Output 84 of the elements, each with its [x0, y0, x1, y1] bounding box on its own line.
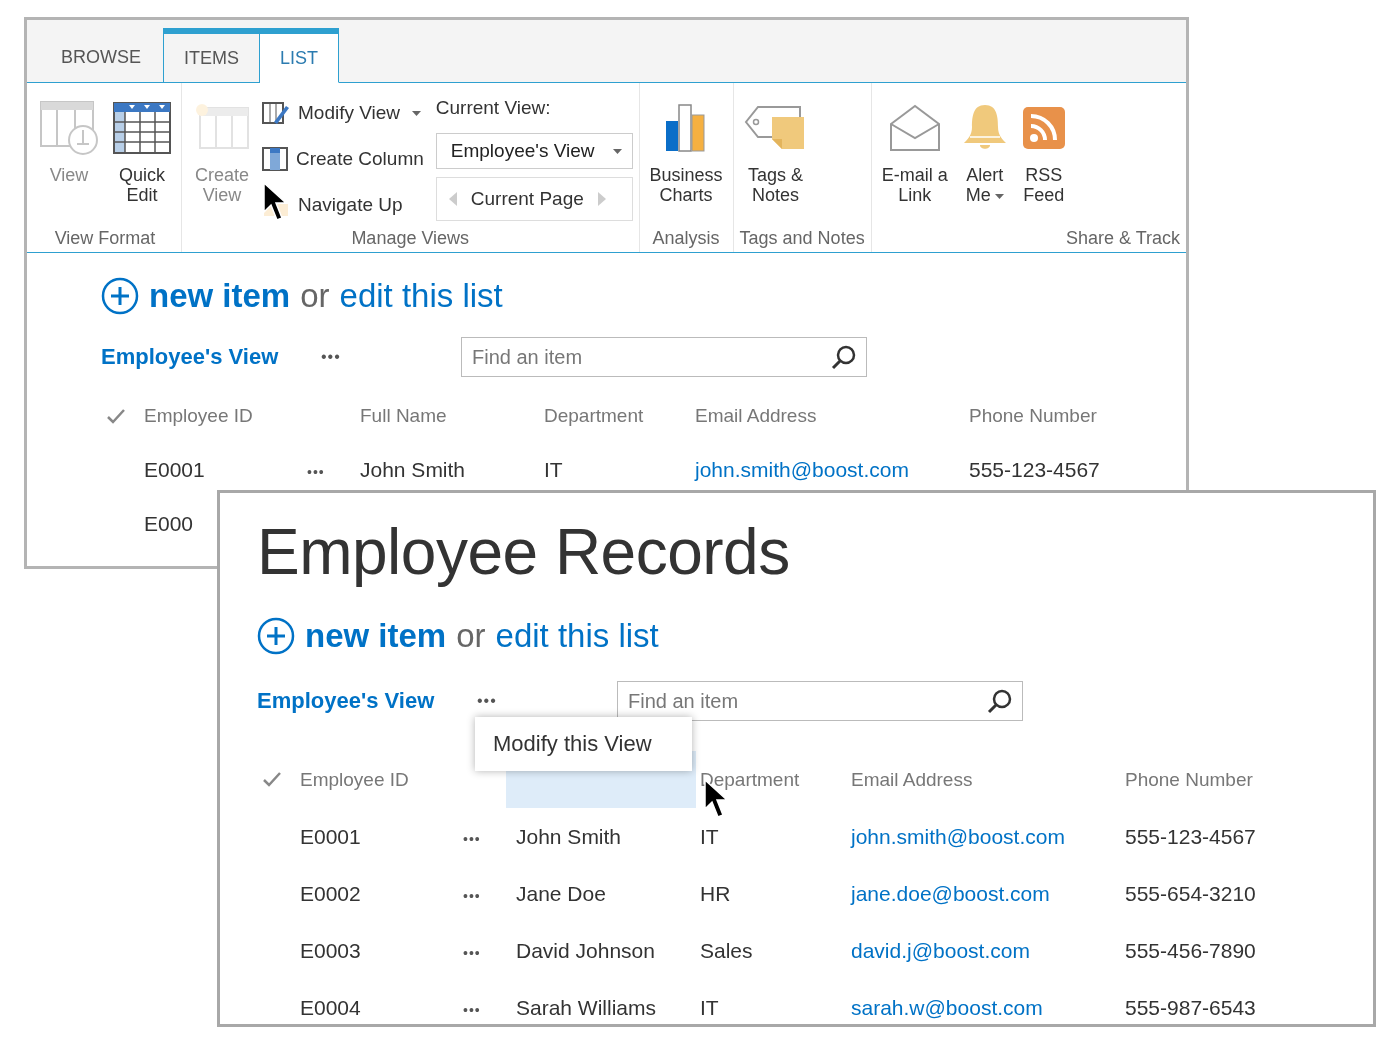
email-link[interactable]: john.smith@boost.com	[695, 458, 909, 482]
table-cell: IT	[544, 458, 563, 482]
add-icon[interactable]	[257, 617, 295, 655]
view-name[interactable]: Employee's View	[101, 344, 321, 370]
or-text: or	[456, 617, 486, 655]
table-cell: E000	[144, 512, 194, 536]
new-item-link[interactable]: new item	[305, 617, 447, 655]
row-menu-button[interactable]: •••	[307, 464, 325, 480]
column-header[interactable]: Phone Number	[1125, 758, 1373, 801]
table-cell: IT	[700, 995, 719, 1020]
ribbon-button[interactable]: RSS Feed	[1017, 91, 1070, 228]
column-header[interactable]: Employee ID	[144, 395, 307, 437]
column-header[interactable]: Employee ID	[300, 758, 463, 801]
table-view-icon	[39, 100, 99, 156]
ribbon-button[interactable]: Create Column	[262, 141, 424, 177]
table-cell: HR	[700, 881, 731, 906]
group-label: Analysis	[651, 228, 721, 250]
checkmark-icon[interactable]	[106, 408, 125, 424]
search-field[interactable]: Find an item	[461, 337, 867, 377]
email-link[interactable]: jane.doe@boost.com	[851, 881, 1050, 906]
add-icon[interactable]	[101, 277, 139, 315]
column-header[interactable]: Full Name	[360, 395, 544, 437]
ribbon-button[interactable]: E-mail a Link	[877, 91, 952, 228]
ribbon-button[interactable]: Tags & Notes	[739, 91, 812, 228]
view-dropdown[interactable]: Employee's View	[435, 133, 633, 169]
table-cell: Jane Doe	[516, 881, 606, 906]
more-options-button[interactable]: •••	[477, 692, 617, 710]
table-cell: E0001	[144, 458, 205, 482]
new-item-link[interactable]: new item	[149, 277, 291, 315]
row-menu-button[interactable]: •••	[463, 1001, 481, 1018]
column-header[interactable]: Email Address	[851, 758, 1125, 801]
current-view-label: Current View:	[435, 97, 552, 120]
group-label: Manage Views	[350, 228, 471, 250]
table-cell: John Smith	[516, 824, 622, 849]
table-cell: 555-123-4567	[1125, 824, 1256, 849]
group-label: Tags and Notes	[739, 228, 865, 250]
group-label: View Format	[53, 228, 157, 250]
spreadsheet-icon	[113, 102, 171, 154]
ribbon-button[interactable]: Quick Edit	[109, 91, 175, 228]
or-text: or	[300, 277, 330, 315]
email-link[interactable]: david.j@boost.com	[851, 938, 1030, 963]
table-cell: John Smith	[360, 458, 466, 482]
table-cell: 555-654-3210	[1125, 881, 1256, 906]
row-menu-button[interactable]: •••	[463, 944, 481, 961]
row-menu-button[interactable]: •••	[463, 830, 481, 847]
search-field[interactable]: Find an item	[617, 681, 1023, 721]
table-cell: 555-456-7890	[1125, 938, 1256, 963]
ribbon-button[interactable]: Business Charts	[645, 91, 727, 228]
column-header[interactable]: Phone Number	[969, 395, 1186, 437]
email-link[interactable]: sarah.w@boost.com	[851, 995, 1043, 1020]
column-header[interactable]: Email Address	[695, 395, 969, 437]
more-options-button[interactable]: •••	[321, 348, 461, 366]
menu-item[interactable]: Modify this View	[493, 731, 652, 757]
ribbon-tab[interactable]: BROWSE	[39, 31, 163, 83]
ribbon-button[interactable]: Modify View	[262, 95, 424, 131]
envelope-icon	[888, 104, 941, 152]
column-icon	[262, 146, 288, 172]
group-label: Share & Track	[1064, 228, 1180, 250]
table-cell: Sarah Williams	[516, 995, 657, 1020]
view-name[interactable]: Employee's View	[257, 688, 477, 714]
edit-view-icon	[262, 100, 290, 126]
edit-list-link[interactable]: edit this list	[339, 277, 503, 315]
table-cell: 555-987-6543	[1125, 995, 1256, 1020]
search-icon[interactable]	[987, 688, 1013, 714]
table-cell: IT	[700, 824, 719, 849]
edit-list-link[interactable]: edit this list	[495, 617, 659, 655]
rss-icon	[1021, 106, 1066, 150]
row-menu-button[interactable]: •••	[463, 887, 481, 904]
ribbon-tab[interactable]: LIST	[260, 28, 340, 83]
column-header[interactable]: Department	[700, 758, 851, 801]
search-icon[interactable]	[831, 344, 857, 370]
table-cell: 555-123-4567	[969, 458, 1100, 482]
column-header[interactable]: Department	[544, 395, 695, 437]
table-cell: E0001	[300, 824, 361, 849]
table-cell: E0003	[300, 938, 361, 963]
table-cell: E0002	[300, 881, 361, 906]
email-link[interactable]: john.smith@boost.com	[851, 824, 1065, 849]
ribbon-button[interactable]: Alert Me	[957, 91, 1012, 228]
table-cell: E0004	[300, 995, 361, 1020]
page-title: Employee Records	[257, 515, 791, 589]
checkmark-icon[interactable]	[262, 772, 281, 787]
table-cell: Sales	[700, 938, 753, 963]
table-cell: David Johnson	[516, 938, 655, 963]
caret-icon	[612, 148, 622, 154]
